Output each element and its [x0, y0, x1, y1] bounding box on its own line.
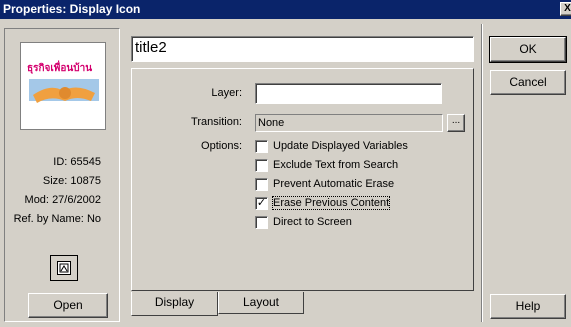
erase-previous-content-checkbox[interactable]: ✓ [255, 197, 268, 210]
transition-browse-button[interactable]: ... [447, 114, 465, 132]
direct-to-screen-label: Direct to Screen [273, 216, 352, 228]
display-tab-page: Layer: Transition: None ... Options: Upd… [131, 68, 474, 291]
size-row: Size: 10875 [5, 172, 101, 191]
id-label: ID: [53, 156, 68, 168]
transition-value: None [255, 114, 443, 132]
tab-layout[interactable]: Layout [218, 292, 304, 314]
option-prevent-automatic-erase[interactable]: Prevent Automatic Erase [255, 178, 394, 194]
option-update-displayed-variables[interactable]: Update Displayed Variables [255, 140, 408, 156]
display-icon-glyph [57, 261, 71, 275]
cancel-button[interactable]: Cancel [490, 70, 566, 95]
icon-info-panel: ธุรกิจเพื่อนบ้าน ID: 65545 Size: 10875 M… [4, 28, 120, 322]
erase-previous-content-label: Erase Previous Content [271, 196, 391, 210]
option-erase-previous-content[interactable]: ✓ Erase Previous Content [255, 196, 391, 213]
mod-label: Mod: [24, 194, 49, 206]
tab-panel: Layer: Transition: None ... Options: Upd… [131, 68, 474, 317]
ref-label: Ref. by Name: [13, 213, 84, 225]
layer-input[interactable] [255, 83, 442, 104]
close-icon[interactable]: X [560, 2, 571, 16]
preview-thumbnail: ธุรกิจเพื่อนบ้าน [20, 42, 106, 130]
option-exclude-text-from-search[interactable]: Exclude Text from Search [255, 159, 398, 175]
option-direct-to-screen[interactable]: Direct to Screen [255, 216, 352, 232]
options-label: Options: [201, 140, 242, 152]
ref-row: Ref. by Name: No [5, 210, 101, 229]
help-button[interactable]: Help [490, 294, 566, 319]
update-displayed-variables-checkbox[interactable] [255, 140, 268, 153]
open-button[interactable]: Open [28, 293, 108, 318]
update-displayed-variables-label: Update Displayed Variables [273, 140, 408, 152]
tab-display[interactable]: Display [131, 292, 218, 316]
vertical-divider [481, 24, 483, 322]
prevent-automatic-erase-label: Prevent Automatic Erase [273, 178, 395, 190]
mod-row: Mod: 27/6/2002 [5, 191, 101, 210]
exclude-text-from-search-checkbox[interactable] [255, 159, 268, 172]
title-input[interactable]: title2 [131, 36, 474, 62]
id-row: ID: 65545 [5, 153, 101, 172]
ok-button[interactable]: OK [489, 36, 567, 63]
window-title: Properties: Display Icon [3, 2, 141, 16]
window-titlebar[interactable]: Properties: Display Icon X [0, 0, 571, 19]
size-value: 10875 [70, 175, 101, 187]
size-label: Size: [42, 175, 68, 187]
mod-value: 27/6/2002 [52, 194, 101, 206]
layer-label: Layer: [211, 87, 242, 99]
display-icon[interactable] [50, 255, 78, 281]
id-value: 65545 [70, 156, 101, 168]
icon-info: ID: 65545 Size: 10875 Mod: 27/6/2002 Ref… [5, 153, 101, 229]
direct-to-screen-checkbox[interactable] [255, 216, 268, 229]
exclude-text-from-search-label: Exclude Text from Search [273, 159, 399, 171]
transition-label: Transition: [191, 116, 242, 128]
handshake-image [29, 79, 99, 103]
prevent-automatic-erase-checkbox[interactable] [255, 178, 268, 191]
ref-value: No [86, 213, 101, 225]
